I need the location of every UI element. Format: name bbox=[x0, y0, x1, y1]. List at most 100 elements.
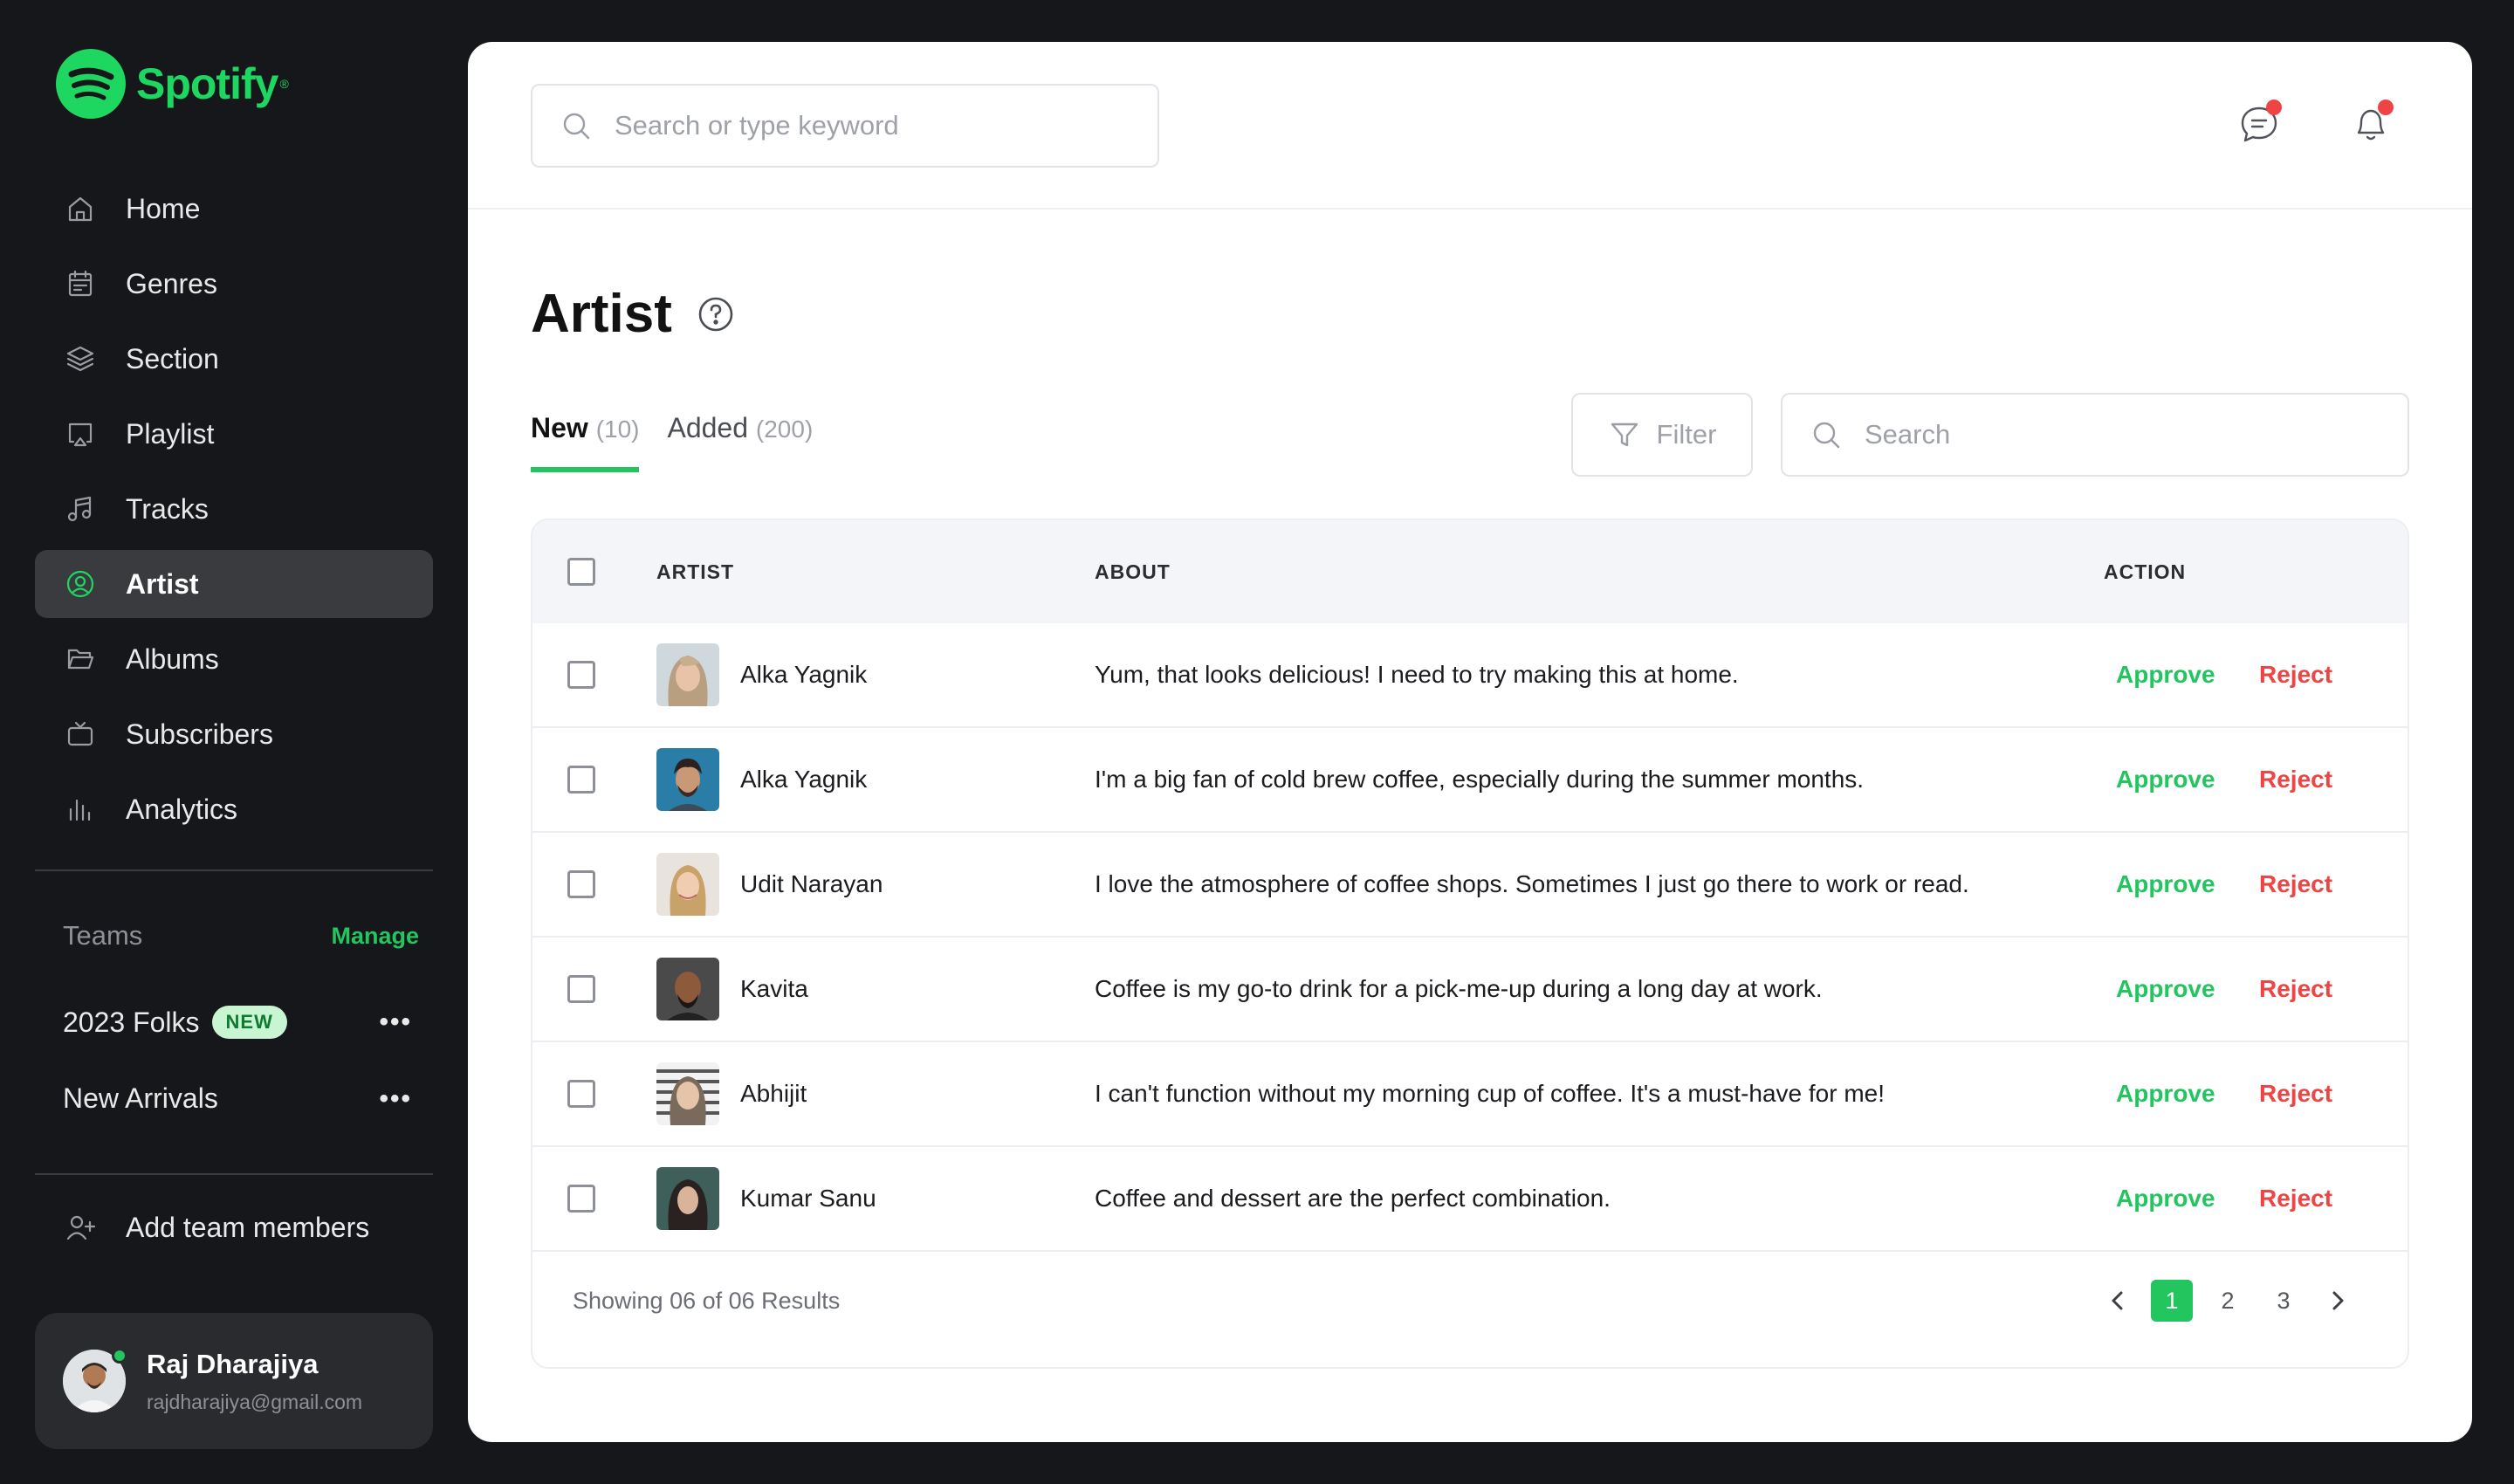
artist-avatar bbox=[656, 1167, 719, 1230]
table-header: ARTIST ABOUT ACTION bbox=[532, 520, 2408, 623]
table-row: Kavita Coffee is my go-to drink for a pi… bbox=[532, 938, 2408, 1042]
reject-button[interactable]: Reject bbox=[2259, 661, 2332, 689]
table-row: Abhijit I can't function without my morn… bbox=[532, 1042, 2408, 1147]
artist-avatar bbox=[656, 958, 719, 1020]
brand[interactable]: Spotify ® bbox=[56, 49, 289, 119]
artist-name: Kumar Sanu bbox=[740, 1185, 876, 1212]
user-name: Raj Dharajiya bbox=[147, 1348, 319, 1379]
page-title-text: Artist bbox=[531, 284, 672, 344]
chevron-right-icon bbox=[2332, 1291, 2344, 1310]
approve-button[interactable]: Approve bbox=[2116, 1080, 2215, 1108]
page-button-2[interactable]: 2 bbox=[2207, 1280, 2249, 1322]
teams-title: Teams bbox=[63, 920, 143, 951]
page-button-3[interactable]: 3 bbox=[2263, 1280, 2304, 1322]
tab-count: (200) bbox=[755, 416, 814, 443]
artist-photo bbox=[656, 853, 719, 916]
more-options-icon[interactable]: ••• bbox=[379, 1007, 412, 1037]
notifications-button[interactable] bbox=[2346, 100, 2395, 148]
search-icon bbox=[1813, 422, 1840, 449]
bar-chart-icon bbox=[69, 799, 91, 821]
reject-button[interactable]: Reject bbox=[2259, 1185, 2332, 1213]
row-checkbox[interactable] bbox=[567, 975, 595, 1003]
table-row: Kumar Sanu Coffee and dessert are the pe… bbox=[532, 1147, 2408, 1252]
prev-page-button[interactable] bbox=[2100, 1280, 2135, 1322]
sidebar-item-subscribers[interactable]: Subscribers bbox=[35, 700, 433, 768]
sidebar-item-label: Analytics bbox=[126, 793, 238, 825]
reject-button[interactable]: Reject bbox=[2259, 1080, 2332, 1108]
artist-table: ARTIST ABOUT ACTION Alka Yagnik Yum, tha… bbox=[531, 519, 2409, 1369]
reject-button[interactable]: Reject bbox=[2259, 870, 2332, 898]
sidebar-item-label: Genres bbox=[126, 267, 217, 299]
approve-button[interactable]: Approve bbox=[2116, 975, 2215, 1003]
team-item-new-arrivals[interactable]: New Arrivals ••• bbox=[63, 1082, 412, 1115]
sidebar-item-home[interactable]: Home bbox=[35, 175, 433, 243]
music-icon bbox=[67, 496, 92, 522]
add-team-members-label: Add team members bbox=[126, 1211, 370, 1243]
sidebar-item-artist[interactable]: Artist bbox=[35, 550, 433, 618]
artist-search[interactable] bbox=[1781, 393, 2409, 477]
user-email: rajdharajiya@gmail.com bbox=[147, 1390, 363, 1413]
tab-new[interactable]: New (10) bbox=[531, 412, 640, 472]
more-options-icon[interactable]: ••• bbox=[379, 1084, 412, 1114]
sidebar-item-analytics[interactable]: Analytics bbox=[35, 775, 433, 843]
row-checkbox[interactable] bbox=[567, 1185, 595, 1213]
artist-name: Abhijit bbox=[740, 1080, 807, 1107]
next-page-button[interactable] bbox=[2320, 1280, 2355, 1322]
reject-button[interactable]: Reject bbox=[2259, 766, 2332, 794]
notification-dot bbox=[2378, 100, 2394, 115]
sidebar-item-label: Albums bbox=[126, 642, 219, 675]
header-action: ACTION bbox=[2104, 560, 2187, 583]
layers-icon bbox=[66, 346, 94, 372]
artist-search-input[interactable] bbox=[1865, 419, 2388, 450]
row-checkbox[interactable] bbox=[567, 766, 595, 794]
tv-icon bbox=[67, 721, 93, 746]
sidebar-nav: Home Genres Section Playlist Tracks Arti… bbox=[35, 175, 433, 850]
messages-button[interactable] bbox=[2235, 100, 2284, 148]
user-plus-icon bbox=[66, 1215, 96, 1240]
sidebar-item-label: Playlist bbox=[126, 417, 215, 450]
teams-header: Teams Manage bbox=[63, 920, 419, 952]
global-search-input[interactable] bbox=[615, 110, 1138, 141]
page-button-1[interactable]: 1 bbox=[2151, 1280, 2193, 1322]
team-item-2023-folks[interactable]: 2023 Folks NEW ••• bbox=[63, 1006, 412, 1039]
filter-button[interactable]: Filter bbox=[1571, 393, 1753, 477]
sidebar-item-playlist[interactable]: Playlist bbox=[35, 400, 433, 468]
folder-icon bbox=[67, 649, 94, 670]
artist-name: Kavita bbox=[740, 975, 808, 1002]
main-panel: Artist New (10) Added (200) Filter ARTIS… bbox=[468, 42, 2472, 1442]
teams-manage-link[interactable]: Manage bbox=[331, 923, 419, 950]
sidebar-item-tracks[interactable]: Tracks bbox=[35, 475, 433, 543]
table-footer: Showing 06 of 06 Results 1 2 3 bbox=[532, 1252, 2408, 1350]
sidebar-item-albums[interactable]: Albums bbox=[35, 625, 433, 693]
artist-about: Coffee and dessert are the perfect combi… bbox=[1095, 1185, 1611, 1212]
spotify-logo-icon bbox=[56, 49, 126, 119]
team-name: New Arrivals bbox=[63, 1082, 218, 1114]
sidebar-item-section[interactable]: Section bbox=[35, 325, 433, 393]
approve-button[interactable]: Approve bbox=[2116, 661, 2215, 689]
artist-about: I love the atmosphere of coffee shops. S… bbox=[1095, 870, 1969, 897]
filter-label: Filter bbox=[1656, 419, 1717, 450]
tab-label: New bbox=[531, 412, 588, 443]
select-all-checkbox[interactable] bbox=[567, 558, 595, 586]
global-search[interactable] bbox=[531, 84, 1159, 168]
sidebar-item-label: Home bbox=[126, 192, 201, 224]
approve-button[interactable]: Approve bbox=[2116, 766, 2215, 794]
approve-button[interactable]: Approve bbox=[2116, 870, 2215, 898]
add-team-members-button[interactable]: Add team members bbox=[63, 1210, 369, 1245]
artist-name: Alka Yagnik bbox=[740, 661, 868, 688]
home-icon bbox=[68, 196, 93, 222]
notification-dot bbox=[2266, 100, 2282, 115]
row-checkbox[interactable] bbox=[567, 661, 595, 689]
user-profile-card[interactable]: Raj Dharajiya rajdharajiya@gmail.com bbox=[35, 1313, 433, 1449]
tab-added[interactable]: Added (200) bbox=[667, 412, 813, 472]
row-checkbox[interactable] bbox=[567, 870, 595, 898]
row-checkbox[interactable] bbox=[567, 1080, 595, 1108]
reject-button[interactable]: Reject bbox=[2259, 975, 2332, 1003]
sidebar-item-genres[interactable]: Genres bbox=[35, 250, 433, 318]
avatar bbox=[63, 1348, 127, 1412]
artist-avatar bbox=[656, 1062, 719, 1125]
artist-about: Yum, that looks delicious! I need to try… bbox=[1095, 661, 1739, 688]
help-icon[interactable] bbox=[697, 295, 735, 333]
approve-button[interactable]: Approve bbox=[2116, 1185, 2215, 1213]
artist-photo bbox=[656, 1167, 719, 1230]
